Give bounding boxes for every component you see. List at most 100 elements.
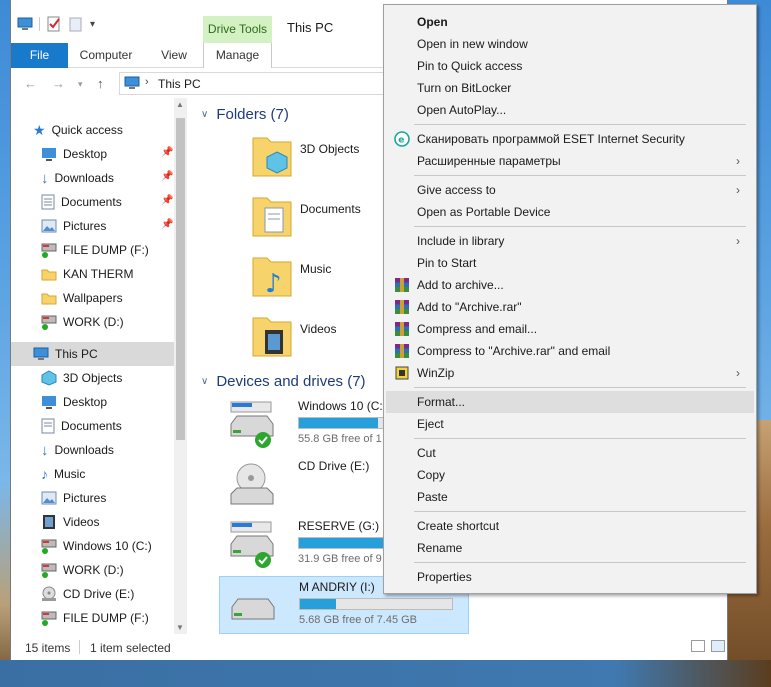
svg-text:♪: ♪ <box>265 269 282 298</box>
menu-item-compress-and-email[interactable]: Compress and email... <box>386 318 754 340</box>
nav-label: Music <box>54 467 86 481</box>
scrollbar-thumb[interactable] <box>176 118 185 440</box>
nav-item-desktop[interactable]: Desktop 📌 <box>41 142 187 166</box>
menu-item-copy[interactable]: Copy <box>386 464 754 486</box>
menu-item-label: Copy <box>417 468 446 482</box>
details-view-icon[interactable] <box>691 640 705 652</box>
nav-item-cd-drive[interactable]: CD Drive (E:) <box>41 582 187 606</box>
menu-item-add-to-archive-rar[interactable]: Add to "Archive.rar" <box>386 296 754 318</box>
menu-item-label: Eject <box>417 417 444 431</box>
folder-label: Documents <box>300 202 361 216</box>
menu-item-сканировать-программой-eset-internet-security[interactable]: e Сканировать программой ESET Internet Se… <box>386 128 754 150</box>
drives-group-header[interactable]: ∨ Devices and drives (7) <box>201 373 366 390</box>
folders-group-header[interactable]: ∨ Folders (7) <box>201 106 289 123</box>
nav-item-work[interactable]: WORK (D:) <box>41 310 187 334</box>
nav-label: Pictures <box>63 219 107 233</box>
desktop-folder-icon <box>42 148 56 161</box>
network-drive-icon <box>41 539 57 554</box>
menu-item-turn-on-bitlocker[interactable]: Turn on BitLocker <box>386 77 754 99</box>
nav-item-pictures-pc[interactable]: Pictures <box>41 486 187 510</box>
menu-item-open-as-portable-device[interactable]: Open as Portable Device <box>386 201 754 223</box>
nav-item-downloads-pc[interactable]: ↓ Downloads <box>41 438 187 462</box>
nav-label: Downloads <box>54 171 114 185</box>
nav-item-music[interactable]: ♪ Music <box>41 462 187 486</box>
folder-tile-videos[interactable]: Videos <box>251 310 391 370</box>
computer-icon[interactable] <box>17 16 33 32</box>
menu-item-cut[interactable]: Cut <box>386 442 754 464</box>
folder-tile-documents[interactable]: Documents <box>251 190 391 250</box>
navigation-scrollbar[interactable]: ▲ ▼ <box>174 98 187 634</box>
nav-item-file-dump[interactable]: FILE DUMP (F:) <box>41 238 187 262</box>
menu-item-label: Open AutoPlay... <box>417 103 507 117</box>
up-arrow-icon[interactable]: ↑ <box>97 76 104 91</box>
nav-item-3d-objects[interactable]: 3D Objects <box>41 366 187 390</box>
menu-item-pin-to-start[interactable]: Pin to Start <box>386 252 754 274</box>
menu-item-create-shortcut[interactable]: Create shortcut <box>386 515 754 537</box>
folder-tile-music[interactable]: ♪ Music <box>251 250 391 310</box>
menu-item-add-to-archive[interactable]: Add to archive... <box>386 274 754 296</box>
nav-label: Windows 10 (C:) <box>63 539 152 553</box>
menu-item-open-in-new-window[interactable]: Open in new window <box>386 33 754 55</box>
drive-usage-fill <box>299 418 379 428</box>
menu-item-rename[interactable]: Rename <box>386 537 754 559</box>
star-icon: ★ <box>33 121 46 138</box>
drive-tools-group-label: Drive Tools <box>203 16 272 43</box>
breadcrumb[interactable]: This PC <box>158 77 201 91</box>
quick-access-node[interactable]: ★ Quick access <box>33 118 187 142</box>
nav-item-pictures[interactable]: Pictures 📌 <box>41 214 187 238</box>
menu-item-paste[interactable]: Paste <box>386 486 754 508</box>
nav-item-documents-pc[interactable]: Documents <box>41 414 187 438</box>
status-selection: 1 item selected <box>90 641 171 655</box>
scroll-up-icon[interactable]: ▲ <box>176 100 184 109</box>
folder-label: Music <box>300 262 332 276</box>
nav-label: Quick access <box>51 123 123 137</box>
group-title: Folders (7) <box>216 106 289 123</box>
menu-item-label: Pin to Start <box>417 256 477 270</box>
tab-manage[interactable]: Manage <box>203 43 272 68</box>
address-bar[interactable]: › This PC <box>119 72 399 95</box>
qat-dropdown-icon[interactable]: ▾ <box>90 19 95 30</box>
nav-item-videos[interactable]: Videos <box>41 510 187 534</box>
menu-item-give-access-to[interactable]: Give access to › <box>386 179 754 201</box>
menu-item-winzip[interactable]: WinZip › <box>386 362 754 384</box>
this-pc-node[interactable]: This PC <box>11 342 174 366</box>
chevron-down-icon[interactable]: ∨ <box>201 376 208 387</box>
nav-item-documents[interactable]: Documents 📌 <box>41 190 187 214</box>
menu-item-eject[interactable]: Eject <box>386 413 754 435</box>
nav-label: KAN THERM <box>63 267 134 281</box>
nav-item-desktop-pc[interactable]: Desktop <box>41 390 187 414</box>
properties-icon[interactable] <box>46 16 62 32</box>
drive-free-space: 55.8 GB free of 1 <box>298 433 382 445</box>
menu-item-расширенные-параметры[interactable]: Расширенные параметры › <box>386 150 754 172</box>
tab-file[interactable]: File <box>11 43 68 68</box>
folder-tile-3d-objects[interactable]: 3D Objects <box>251 130 391 190</box>
menu-item-format[interactable]: Format... <box>386 391 754 413</box>
menu-item-include-in-library[interactable]: Include in library › <box>386 230 754 252</box>
forward-arrow-icon[interactable]: → <box>52 76 65 91</box>
tab-computer[interactable]: Computer <box>73 43 139 68</box>
documents-folder-icon <box>41 194 55 210</box>
menu-item-open[interactable]: Open <box>386 11 754 33</box>
menu-item-open-autoplay[interactable]: Open AutoPlay... <box>386 99 754 121</box>
tab-view[interactable]: View <box>149 43 199 68</box>
breadcrumb-chevron-icon[interactable]: › <box>145 76 149 88</box>
back-arrow-icon[interactable]: ← <box>24 76 37 91</box>
recent-locations-icon[interactable]: ▾ <box>78 79 83 90</box>
nav-item-windows10[interactable]: Windows 10 (C:) <box>41 534 187 558</box>
menu-item-properties[interactable]: Properties <box>386 566 754 588</box>
large-icons-view-icon[interactable] <box>711 640 725 652</box>
new-folder-icon[interactable] <box>68 16 84 32</box>
nav-item-downloads[interactable]: ↓ Downloads 📌 <box>41 166 187 190</box>
scroll-down-icon[interactable]: ▼ <box>176 623 184 632</box>
menu-item-compress-to-archive-rar-and-email[interactable]: Compress to "Archive.rar" and email <box>386 340 754 362</box>
network-drive-icon <box>41 243 57 258</box>
chevron-down-icon[interactable]: ∨ <box>201 109 208 120</box>
nav-item-wallpapers[interactable]: Wallpapers <box>41 286 187 310</box>
nav-item-file-dump-pc[interactable]: FILE DUMP (F:) <box>41 606 187 630</box>
nav-label: FILE DUMP (F:) <box>63 243 149 257</box>
drive-usage-bar <box>299 598 453 610</box>
navigation-pane: ★ Quick access Desktop 📌 ↓ Downloads 📌 D… <box>11 98 187 634</box>
nav-item-work-pc[interactable]: WORK (D:) <box>41 558 187 582</box>
nav-item-kan-therm[interactable]: KAN THERM <box>41 262 187 286</box>
menu-item-pin-to-quick-access[interactable]: Pin to Quick access <box>386 55 754 77</box>
